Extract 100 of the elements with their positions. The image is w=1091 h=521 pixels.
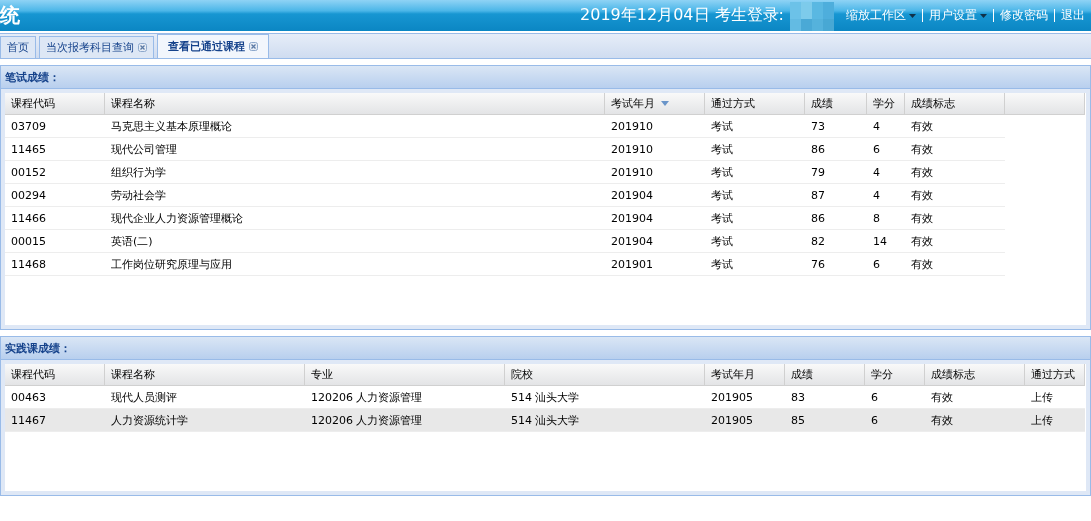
table-cell-text: 201910 (610, 118, 654, 135)
table-cell-text: 83 (790, 389, 806, 406)
table-cell-text: 劳动社会学 (110, 187, 167, 204)
table-cell-text: 考试 (710, 141, 734, 158)
table-cell-text: 201905 (710, 389, 754, 406)
table-cell-text: 工作岗位研究原理与应用 (110, 256, 233, 273)
column-header[interactable]: 考试年月 (605, 93, 705, 115)
table-cell-text: 514 汕头大学 (510, 389, 581, 406)
table-cell-text: 考试 (710, 233, 734, 250)
table-row[interactable]: 11467 人力资源统计学 120206 人力资源管理 514 汕头大学 201905 85 6 有效 上传 (5, 409, 1085, 432)
close-icon[interactable] (138, 43, 147, 52)
table-cell-text: 11468 (10, 256, 47, 273)
table-cell-text: 4 (872, 164, 881, 181)
table-cell-text: 201904 (610, 210, 654, 227)
column-header[interactable]: 成绩标志 (905, 93, 1005, 115)
table-row[interactable]: 11466 现代企业人力资源管理概论 201904 考试 86 8 有效 (5, 207, 1005, 230)
table-row[interactable]: 00152 组织行为学 201910 考试 79 4 有效 (5, 161, 1005, 184)
table-cell-text: 120206 人力资源管理 (310, 389, 424, 406)
table-cell-text: 120206 人力资源管理 (310, 412, 424, 429)
table-cell-text: 00294 (10, 187, 47, 204)
tab[interactable]: 查看已通过课程 (157, 34, 269, 58)
table-cell-text: 有效 (910, 164, 934, 181)
table-row[interactable]: 03709 马克思主义基本原理概论 201910 考试 73 4 有效 (5, 115, 1005, 138)
table-cell-text: 11467 (10, 412, 47, 429)
table-cell-text: 4 (872, 118, 881, 135)
table-cell-text: 考试 (710, 118, 734, 135)
table-cell-text: 有效 (910, 233, 934, 250)
table-cell-text: 86 (810, 210, 826, 227)
tab[interactable]: 当次报考科目查询 (39, 36, 154, 58)
table-row[interactable]: 00294 劳动社会学 201904 考试 87 4 有效 (5, 184, 1005, 207)
table-cell-text: 现代人员测评 (110, 389, 178, 406)
table-cell-text: 201905 (710, 412, 754, 429)
table-cell-text: 8 (872, 210, 881, 227)
caret-icon (909, 13, 916, 18)
table-cell-text: 87 (810, 187, 826, 204)
table-cell-text: 6 (870, 412, 879, 429)
redacted-mosaic-icon (790, 1, 834, 31)
column-header[interactable]: 课程名称 (105, 93, 605, 115)
table-cell-text: 考试 (710, 256, 734, 273)
table-cell-text: 考试 (710, 210, 734, 227)
table-cell-text: 00015 (10, 233, 47, 250)
login-info: 2019年12月04日 考生登录: (580, 5, 784, 26)
table-cell-text: 76 (810, 256, 826, 273)
table-row[interactable]: 11465 现代公司管理 201910 考试 86 6 有效 (5, 138, 1005, 161)
table-cell-text: 6 (870, 389, 879, 406)
table-cell-text: 人力资源统计学 (110, 412, 189, 429)
section-title: 笔试成绩： (1, 66, 1090, 89)
table-cell-text: 11465 (10, 141, 47, 158)
table-cell-text: 马克思主义基本原理概论 (110, 118, 233, 135)
table-cell-text: 86 (810, 141, 826, 158)
table-cell-text: 有效 (930, 389, 954, 406)
table-cell-text: 00152 (10, 164, 47, 181)
table-cell-text: 组织行为学 (110, 164, 167, 181)
column-header[interactable]: 考试年月 (705, 364, 785, 386)
column-header[interactable]: 成绩标志 (925, 364, 1025, 386)
column-header[interactable]: 院校 (505, 364, 705, 386)
table-cell-text: 6 (872, 141, 881, 158)
table-cell-text: 4 (872, 187, 881, 204)
table-cell-text: 82 (810, 233, 826, 250)
table-cell-text: 现代公司管理 (110, 141, 178, 158)
column-header[interactable]: 通过方式 (1025, 364, 1085, 386)
sort-arrow-icon (661, 101, 669, 106)
table-cell-text: 73 (810, 118, 826, 135)
table-cell-text: 6 (872, 256, 881, 273)
table-cell-text: 11466 (10, 210, 47, 227)
table-row[interactable]: 11468 工作岗位研究原理与应用 201901 考试 76 6 有效 (5, 253, 1005, 276)
table-cell-text: 考试 (710, 187, 734, 204)
table-cell-text: 上传 (1030, 412, 1054, 429)
column-header[interactable]: 专业 (305, 364, 505, 386)
table-cell-text: 有效 (910, 256, 934, 273)
table-cell-text: 201910 (610, 141, 654, 158)
close-icon[interactable] (249, 42, 258, 51)
column-header[interactable]: 学分 (865, 364, 925, 386)
table-row[interactable]: 00015 英语(二) 201904 考试 82 14 有效 (5, 230, 1005, 253)
table-cell-text: 有效 (910, 187, 934, 204)
table-cell-text: 00463 (10, 389, 47, 406)
column-header[interactable]: 成绩 (805, 93, 867, 115)
column-header[interactable]: 成绩 (785, 364, 865, 386)
table-cell-text: 201904 (610, 233, 654, 250)
table-cell-text: 201901 (610, 256, 654, 273)
table-cell-text: 上传 (1030, 389, 1054, 406)
caret-icon (980, 13, 987, 18)
table-cell-text: 有效 (910, 118, 934, 135)
table-cell-text: 14 (872, 233, 888, 250)
table-cell-text: 85 (790, 412, 806, 429)
column-header[interactable]: 课程名称 (105, 364, 305, 386)
section-title: 实践课成绩： (1, 337, 1090, 360)
table-cell-text: 有效 (910, 141, 934, 158)
table-cell-text: 03709 (10, 118, 47, 135)
table-cell-text: 有效 (910, 210, 934, 227)
table-cell-text: 201904 (610, 187, 654, 204)
column-header[interactable]: 课程代码 (5, 93, 105, 115)
column-header[interactable]: 课程代码 (5, 364, 105, 386)
table-cell-text: 考试 (710, 164, 734, 181)
tab[interactable]: 首页 (0, 36, 36, 58)
table-cell-text: 201910 (610, 164, 654, 181)
table-cell-text: 现代企业人力资源管理概论 (110, 210, 244, 227)
column-header[interactable]: 通过方式 (705, 93, 805, 115)
app-title: 统 (0, 2, 21, 29)
column-header[interactable]: 学分 (867, 93, 905, 115)
